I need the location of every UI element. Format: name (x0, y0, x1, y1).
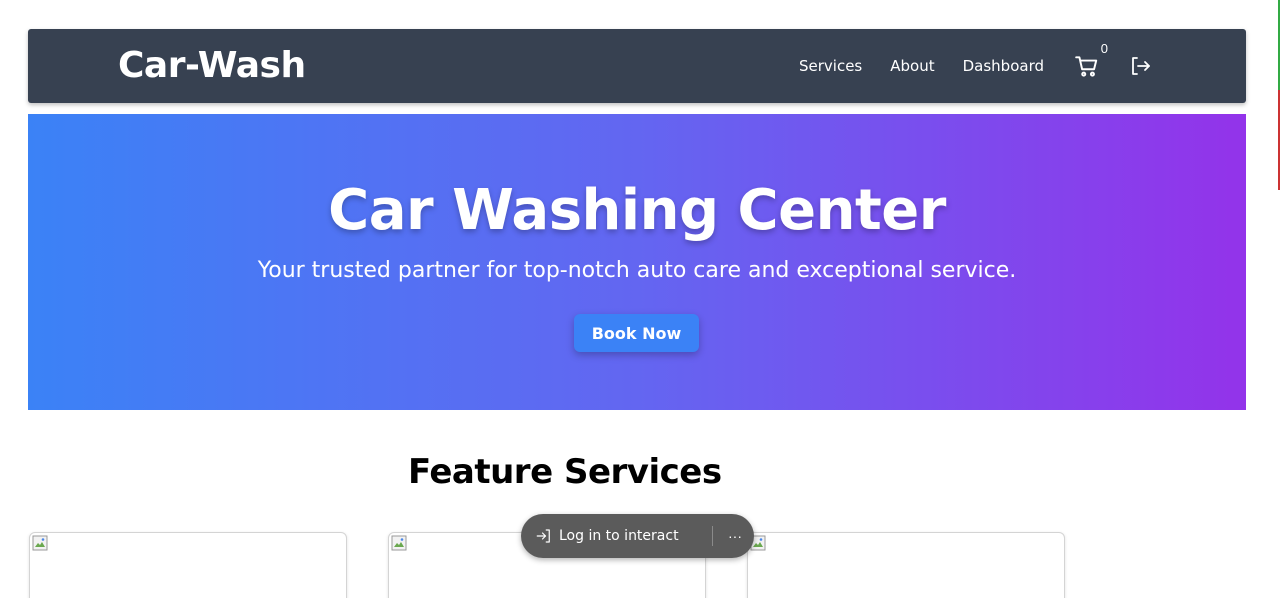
cart-button[interactable]: 0 (1074, 41, 1108, 79)
cart-count-badge: 0 (1100, 41, 1108, 56)
login-overlay-pill: Log in to interact ··· (521, 514, 754, 558)
brand-logo[interactable]: Car-Wash (118, 45, 306, 86)
hero-subtitle: Your trusted partner for top-notch auto … (257, 258, 1017, 283)
service-card[interactable] (747, 532, 1065, 598)
hero-title: Car Washing Center (328, 178, 946, 243)
nav-links: Services About Dashboard 0 (799, 29, 1152, 103)
service-card[interactable] (29, 532, 347, 598)
nav-link-about[interactable]: About (890, 57, 934, 75)
nav-link-dashboard[interactable]: Dashboard (963, 57, 1044, 75)
logout-icon (1132, 57, 1150, 75)
navbar: Car-Wash Services About Dashboard 0 (28, 29, 1246, 103)
login-label: Log in to interact (559, 528, 679, 544)
login-to-interact-button[interactable]: Log in to interact (521, 514, 679, 558)
broken-image-icon (391, 535, 407, 551)
divider (712, 526, 713, 546)
hero-banner: Car Washing Center Your trusted partner … (28, 114, 1246, 410)
broken-image-icon (32, 535, 48, 551)
feature-services-title: Feature Services (408, 452, 722, 492)
nav-link-services[interactable]: Services (799, 57, 862, 75)
cart-icon (1075, 56, 1098, 77)
logout-button[interactable] (1128, 54, 1152, 78)
book-now-button[interactable]: Book Now (574, 314, 699, 352)
more-options-button[interactable]: ··· (723, 522, 747, 550)
sign-in-icon (536, 529, 550, 543)
